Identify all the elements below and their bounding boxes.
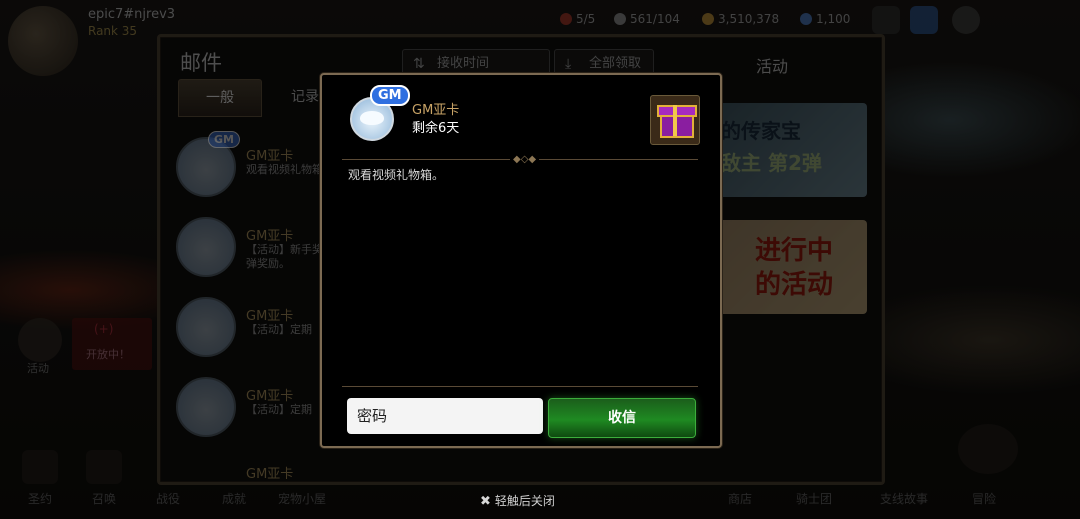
gift-box-icon[interactable] xyxy=(650,95,700,145)
mail-sender: GM亚卡 xyxy=(412,103,460,118)
divider xyxy=(342,386,698,387)
close-icon: ✖ xyxy=(480,494,491,509)
mail-expiry: 剩余6天 xyxy=(412,121,460,136)
mail-detail-modal: GM GM亚卡 剩余6天 ◆◇◆ 观看视频礼物箱。 收信 xyxy=(320,73,722,448)
code-input[interactable] xyxy=(347,398,543,434)
gm-badge: GM xyxy=(370,85,410,106)
receive-button[interactable]: 收信 xyxy=(548,398,696,438)
mail-body: 观看视频礼物箱。 xyxy=(348,168,445,182)
tap-to-close-hint[interactable]: ✖ 轻触后关闭 xyxy=(480,492,555,509)
divider-ornament: ◆◇◆ xyxy=(510,154,540,165)
